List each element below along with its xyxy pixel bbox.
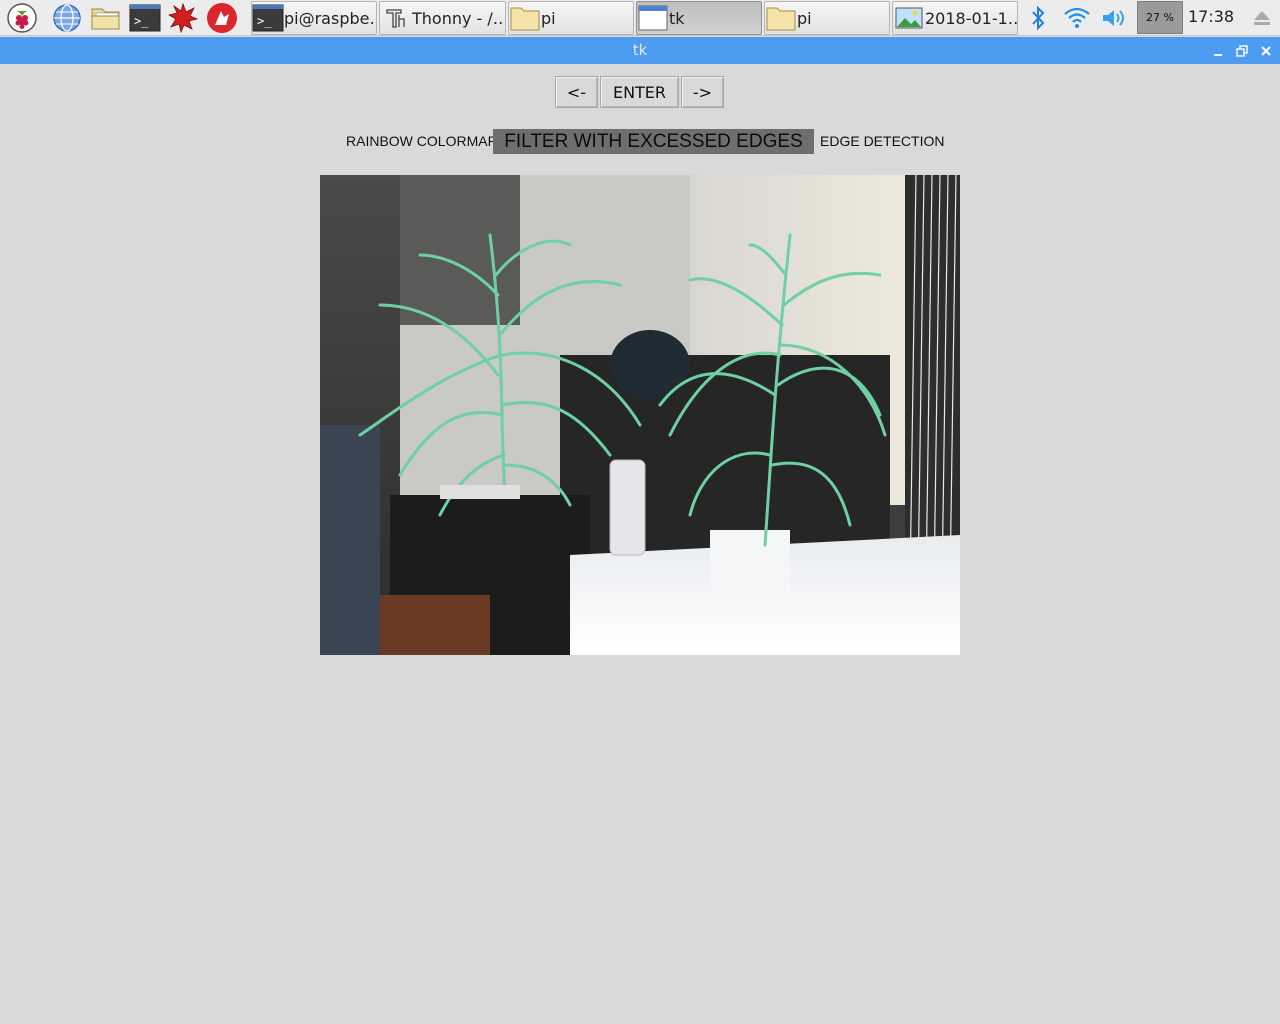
task-label: tk — [669, 8, 685, 28]
task-label: pi — [797, 8, 812, 28]
clock[interactable]: 17:38 — [1188, 7, 1234, 26]
folder-icon — [765, 3, 797, 33]
folder-icon — [509, 3, 541, 33]
task-image-viewer[interactable]: 2018-01-1… — [892, 1, 1018, 35]
image-viewer-icon — [893, 3, 925, 33]
raspberry-menu-icon[interactable] — [5, 2, 39, 34]
task-thonny[interactable]: Thonny - /… — [379, 1, 506, 35]
terminal-icon[interactable]: >_ — [128, 2, 162, 34]
task-label: 2018-01-1… — [925, 8, 1017, 28]
wifi-icon[interactable] — [1062, 2, 1092, 34]
volume-icon[interactable] — [1100, 2, 1128, 34]
task-label: Thonny - /… — [412, 8, 505, 28]
filtered-photo — [320, 175, 960, 655]
task-folder-pi[interactable]: pi — [508, 1, 634, 35]
window-title: tk — [632, 41, 648, 59]
web-browser-icon[interactable] — [50, 2, 84, 34]
cpu-monitor[interactable]: 27 % — [1137, 1, 1183, 34]
close-icon[interactable] — [1258, 43, 1274, 59]
enter-button[interactable]: ENTER — [600, 76, 679, 108]
window-titlebar[interactable]: tk — [0, 37, 1280, 64]
thonny-icon — [380, 3, 412, 33]
next-button[interactable]: -> — [681, 76, 724, 108]
svg-text:>_: >_ — [257, 14, 272, 28]
task-tk[interactable]: tk — [636, 1, 762, 35]
filter-option-selected[interactable]: FILTER WITH EXCESSED EDGES — [493, 129, 814, 154]
filter-option-edge-detection[interactable]: EDGE DETECTION — [820, 133, 944, 149]
maximize-icon[interactable] — [1234, 43, 1250, 59]
eject-icon[interactable] — [1250, 2, 1274, 34]
mathematica-icon[interactable] — [166, 2, 200, 34]
svg-text:>_: >_ — [134, 14, 149, 28]
previous-button[interactable]: <- — [555, 76, 598, 108]
task-label: pi — [541, 8, 556, 28]
task-label: pi@raspbe… — [284, 8, 376, 28]
task-terminal[interactable]: >_ pi@raspbe… — [251, 1, 377, 35]
taskbar: >_ >_ pi@raspbe… Thonny - /… pi tk pi 20… — [0, 0, 1280, 36]
minimize-icon[interactable] — [1210, 43, 1226, 59]
camera-preview — [320, 175, 960, 655]
terminal-icon: >_ — [252, 3, 284, 33]
bluetooth-icon[interactable] — [1026, 2, 1050, 34]
file-manager-icon[interactable] — [89, 2, 123, 34]
wolfram-icon[interactable] — [205, 2, 239, 34]
window-icon — [637, 3, 669, 33]
cpu-label: 27 % — [1146, 11, 1174, 24]
task-folder-pi-2[interactable]: pi — [764, 1, 890, 35]
filter-option-rainbow-colormap[interactable]: RAINBOW COLORMAP — [346, 133, 497, 149]
